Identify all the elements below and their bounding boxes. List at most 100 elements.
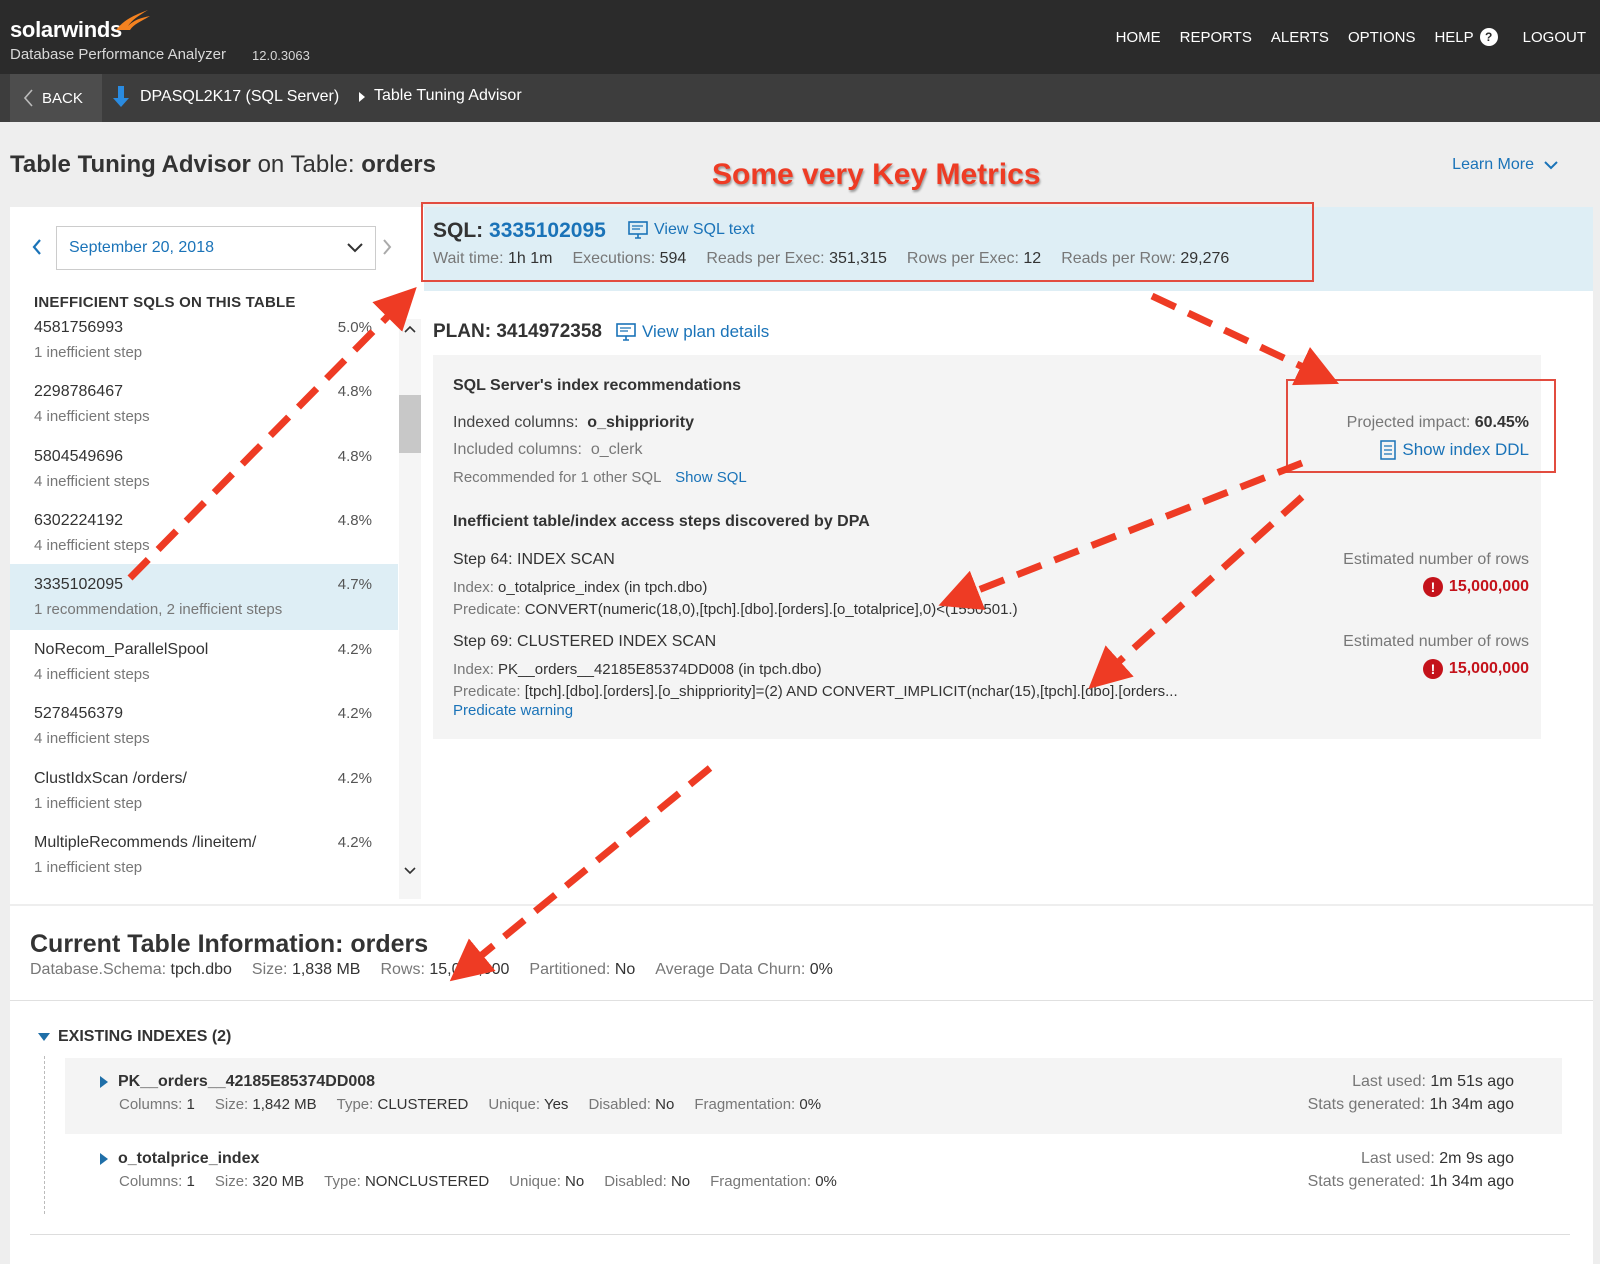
index-name: o_totalprice_index (118, 1150, 260, 1167)
index-name-toggle[interactable]: o_totalprice_index (100, 1150, 259, 1168)
view-sql-text-label: View SQL text (654, 221, 755, 238)
table-info-meta: Database.Schema: tpch.dbo Size: 1,838 MB… (30, 961, 833, 979)
nav-help-label: HELP (1434, 28, 1474, 46)
chevron-down-icon[interactable] (404, 867, 416, 875)
index-last-used: Last used: 1m 51s ago (1352, 1073, 1514, 1091)
included-columns: Included columns: o_clerk (453, 441, 642, 459)
breadcrumb-page: Table Tuning Advisor (374, 87, 522, 104)
sql-list-item[interactable]: 5278456379 4 inefficient steps 4.2% (10, 693, 398, 759)
sql-item-name: NoRecom_ParallelSpool (34, 641, 209, 658)
breadcrumb-database[interactable]: DPASQL2K17 (SQL Server) (112, 86, 339, 108)
meta-key: Type: (324, 1173, 361, 1190)
product-version: 12.0.3063 (252, 48, 310, 63)
back-button[interactable]: BACK (10, 74, 102, 122)
sql-item-sub: 1 inefficient step (34, 795, 143, 812)
index-meta-item: Unique: No (509, 1173, 584, 1190)
sql-item-pct: 4.2% (337, 834, 372, 851)
index-meta: Columns: 1 Size: 320 MB Type: NONCLUSTER… (119, 1173, 837, 1190)
main-nav: HOME REPORTS ALERTS OPTIONS HELP? LOGOUT (1116, 28, 1586, 46)
meta-key: Type: (336, 1096, 374, 1113)
view-plan-details-label: View plan details (642, 322, 770, 341)
nav-home[interactable]: HOME (1116, 29, 1161, 46)
step-predicate-key: Predicate: (453, 683, 521, 700)
index-name-toggle[interactable]: PK__orders__42185E85374DD008 (100, 1073, 375, 1091)
metric-value: 12 (1023, 250, 1042, 267)
recommended-other-label: Recommended for 1 other SQL (453, 469, 661, 486)
last-used-value: 1m 51s ago (1430, 1073, 1514, 1090)
sql-item-name: 5278456379 (34, 705, 123, 722)
nav-alerts[interactable]: ALERTS (1271, 29, 1329, 46)
show-sql-link[interactable]: Show SQL (675, 469, 747, 486)
meta-key: Average Data Churn: (655, 961, 806, 978)
sql-item-name: 6302224192 (34, 512, 123, 529)
sql-list-item[interactable]: 2298786467 4 inefficient steps 4.8% (10, 371, 398, 437)
sql-list-item-selected[interactable]: 3335102095 1 recommendation, 2 inefficie… (10, 564, 398, 630)
meta-value: 1 (186, 1096, 195, 1113)
step-index-key: Index: (453, 579, 494, 596)
arrow-down-icon (113, 86, 129, 107)
step-predicate: Predicate: [tpch].[dbo].[orders].[o_ship… (453, 683, 1178, 700)
sql-item-sub: 4 inefficient steps (34, 537, 150, 554)
last-used-key: Last used: (1352, 1073, 1426, 1090)
existing-indexes-toggle[interactable]: EXISTING INDEXES (2) (38, 1028, 231, 1046)
sql-item-sub: 1 recommendation, 2 inefficient steps (34, 601, 283, 618)
table-meta-item: Partitioned: No (529, 961, 635, 979)
sql-item-pct: 4.8% (337, 448, 372, 465)
sql-list-item[interactable]: NoRecom_ParallelSpool 4 inefficient step… (10, 629, 398, 695)
show-index-ddl-link[interactable]: Show index DDL (1380, 440, 1529, 460)
steps-title: Inefficient table/index access steps dis… (453, 513, 870, 530)
view-plan-details-link[interactable]: View plan details (616, 322, 769, 342)
step-title: Step 69: CLUSTERED INDEX SCAN (453, 633, 717, 650)
nav-help[interactable]: HELP? (1434, 28, 1498, 46)
metric-reads-per-exec: Reads per Exec: 351,315 (706, 250, 887, 268)
page-title-mid: on Table: (257, 151, 355, 178)
meta-value: No (655, 1096, 675, 1113)
scrollbar-thumb[interactable] (399, 395, 421, 453)
sql-list-item[interactable]: ClustIdxScan /orders/ 1 inefficient step… (10, 758, 398, 824)
chevron-up-icon[interactable] (404, 325, 416, 333)
nav-logout[interactable]: LOGOUT (1523, 29, 1586, 46)
sql-list-item[interactable]: 4581756993 1 inefficient step 5.0% (10, 319, 398, 373)
breadcrumb-bar: BACK DPASQL2K17 (SQL Server) Table Tunin… (0, 74, 1600, 122)
caret-down-icon (38, 1033, 50, 1041)
sql-list-item[interactable]: MultipleRecommends /lineitem/ 1 ineffici… (10, 822, 398, 888)
sql-id-link[interactable]: 3335102095 (489, 219, 606, 242)
chevron-right-icon[interactable] (382, 239, 392, 255)
divider (30, 1234, 1570, 1235)
caret-right-icon (100, 1076, 108, 1088)
stats-value: 1h 34m ago (1429, 1096, 1514, 1113)
step-index-key: Index: (453, 661, 494, 678)
learn-more-link[interactable]: Learn More (1452, 156, 1558, 174)
estimated-rows-number: 15,000,000 (1448, 578, 1529, 595)
meta-value: Yes (543, 1096, 569, 1113)
metric-rows-per-exec: Rows per Exec: 12 (907, 250, 1041, 268)
show-index-ddl-label: Show index DDL (1402, 440, 1529, 459)
index-meta-item: Disabled: No (604, 1173, 690, 1190)
view-sql-text-link[interactable]: View SQL text (628, 221, 755, 239)
step-index-value: o_totalprice_index (in tpch.dbo) (498, 579, 708, 596)
date-select-value: September 20, 2018 (69, 239, 214, 256)
index-meta-item: Type: NONCLUSTERED (324, 1173, 489, 1190)
top-bar: solarwinds Database Performance Analyzer… (0, 0, 1600, 74)
step-predicate: Predicate: CONVERT(numeric(18,0),[tpch].… (453, 601, 1018, 618)
date-select[interactable]: September 20, 2018 (56, 226, 376, 270)
estimated-rows-number: 15,000,000 (1448, 660, 1529, 677)
error-icon: ! (1422, 659, 1443, 679)
learn-more-label: Learn More (1452, 156, 1534, 173)
nav-options[interactable]: OPTIONS (1348, 29, 1416, 46)
sql-list-item[interactable]: 5804549696 4 inefficient steps 4.8% (10, 436, 398, 502)
sql-item-pct: 4.2% (337, 770, 372, 787)
sql-item-name: 5804549696 (34, 448, 123, 465)
brand-logo[interactable]: solarwinds (10, 17, 122, 43)
sql-list-item[interactable]: 6302224192 4 inefficient steps 4.8% (10, 500, 398, 566)
nav-reports[interactable]: REPORTS (1180, 29, 1252, 46)
indexed-columns: Indexed columns: o_shippriority (453, 414, 694, 432)
meta-key: Disabled: (604, 1173, 667, 1190)
chevron-left-icon[interactable] (32, 239, 42, 255)
estimated-rows-value: ! 15,000,000 (1422, 577, 1529, 597)
sql-item-pct: 4.2% (337, 641, 372, 658)
table-meta-item: Size: 1,838 MB (252, 961, 361, 979)
index-meta: Columns: 1 Size: 1,842 MB Type: CLUSTERE… (119, 1096, 821, 1113)
predicate-warning-link[interactable]: Predicate warning (453, 702, 573, 719)
indexed-columns-value: o_shippriority (587, 414, 694, 431)
